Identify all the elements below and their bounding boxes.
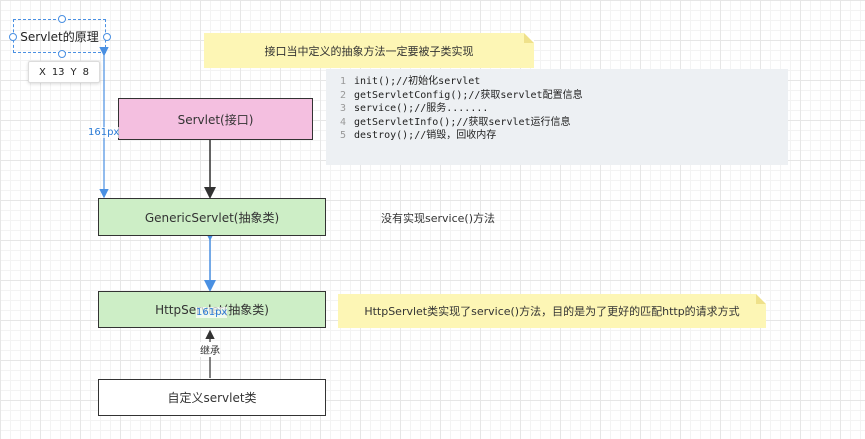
resize-handle-left[interactable]: [9, 33, 17, 41]
generic-servlet-box[interactable]: GenericServlet(抽象类): [98, 198, 326, 236]
note-right-text: HttpServlet类实现了service()方法，目的是为了更好的匹配htt…: [364, 305, 740, 318]
title-label: Servlet的原理: [20, 29, 99, 44]
code-text: getServletConfig();//获取servlet配置信息: [354, 89, 583, 101]
line-number: 5: [340, 130, 347, 141]
code-line: 5 destroy();//销毁，回收内存: [340, 129, 788, 143]
line-number: 3: [340, 103, 347, 114]
resize-handle-top[interactable]: [58, 15, 66, 23]
code-line: 4 getServletInfo();//获取servlet运行信息: [340, 116, 788, 130]
measure-label-center: 161px: [196, 307, 228, 318]
custom-servlet-box[interactable]: 自定义servlet类: [98, 379, 326, 416]
code-line: 3 service();//服务.......: [340, 102, 788, 116]
line-number: 2: [340, 89, 347, 101]
title-box[interactable]: Servlet的原理: [13, 19, 106, 53]
y-value: 8: [82, 66, 90, 78]
line-number: 4: [340, 116, 347, 128]
x-label: X: [38, 66, 46, 78]
generic-servlet-label: GenericServlet(抽象类): [144, 210, 280, 225]
side-text[interactable]: 没有实现service()方法: [381, 210, 495, 226]
note-right-fold: [756, 294, 766, 304]
note-top[interactable]: 接口当中定义的抽象方法一定要被子类实现: [204, 33, 534, 68]
code-block[interactable]: 1 init();//初始化servlet 2 getServletConfig…: [326, 69, 788, 165]
code-line: 1 init();//初始化servlet: [340, 75, 788, 89]
code-text: destroy();//销毁，回收内存: [354, 130, 497, 141]
servlet-interface-label: Servlet(接口): [177, 112, 254, 127]
resize-handle-right[interactable]: [103, 33, 111, 41]
y-label: Y: [70, 66, 77, 78]
diagram-canvas[interactable]: Servlet的原理 X 13 Y 8 接口当中定义的抽象方法一定要被子类实现 …: [0, 0, 865, 439]
inherit-label: 继承: [200, 342, 220, 357]
note-top-fold: [524, 33, 534, 43]
custom-servlet-label: 自定义servlet类: [167, 391, 257, 405]
code-text: service();//服务.......: [354, 103, 489, 114]
servlet-interface-box[interactable]: Servlet(接口): [118, 98, 313, 140]
coordinate-tooltip: X 13 Y 8: [28, 61, 100, 83]
line-number: 1: [340, 76, 347, 87]
measure-label-left: 161px: [88, 127, 120, 138]
note-right[interactable]: HttpServlet类实现了service()方法，目的是为了更好的匹配htt…: [338, 294, 766, 328]
x-value: 13: [51, 66, 65, 78]
code-line: 2 getServletConfig();//获取servlet配置信息: [340, 89, 788, 103]
code-text: init();//初始化servlet: [354, 76, 481, 87]
note-top-text: 接口当中定义的抽象方法一定要被子类实现: [264, 44, 474, 58]
resize-handle-bottom[interactable]: [58, 50, 66, 58]
code-text: getServletInfo();//获取servlet运行信息: [354, 116, 571, 128]
